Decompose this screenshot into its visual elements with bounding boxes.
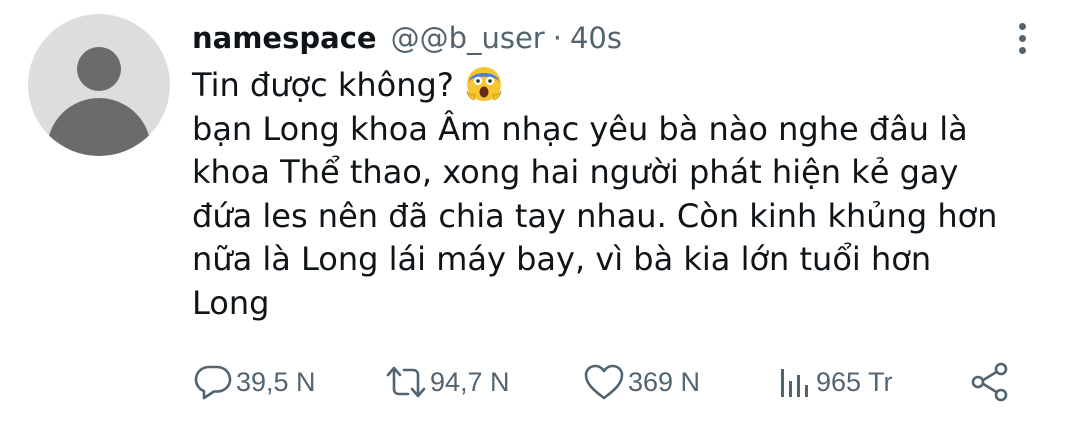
avatar[interactable] <box>28 14 170 156</box>
tweet[interactable]: namespace @@b_user · 40s Tin được không?… <box>0 0 1080 424</box>
like-count: 369 N <box>628 366 701 397</box>
heart-icon <box>584 364 624 400</box>
screaming-face-emoji <box>466 67 502 101</box>
tweet-text-line: bạn Long khoa Âm nhạc yêu bà nào nghe đâ… <box>192 109 968 148</box>
more-dot <box>1018 34 1026 42</box>
more-dot <box>1018 46 1026 54</box>
like-button[interactable]: 369 N <box>582 356 700 408</box>
avatar-head <box>77 47 121 91</box>
views-count: 965 Tr <box>816 366 893 397</box>
retweet-icon <box>386 366 426 398</box>
tweet-text-line: Long <box>192 283 270 322</box>
views-button[interactable]: 965 Tr <box>778 356 893 408</box>
tweet-text-line-content: Tin được không? <box>192 66 454 104</box>
tweet-header: namespace @@b_user · 40s <box>192 16 622 60</box>
reply-count: 39,5 N <box>236 366 316 397</box>
share-icon <box>971 362 1008 402</box>
tweet-text-line: Tin được không? <box>192 64 1052 108</box>
retweet-button[interactable]: 94,7 N <box>384 356 510 408</box>
more-dot <box>1018 22 1026 30</box>
action-bar: 39,5 N 94,7 N 369 N 965 Tr <box>192 356 1052 408</box>
more-options-icon[interactable] <box>1008 20 1036 56</box>
reply-button[interactable]: 39,5 N <box>192 356 316 408</box>
separator-dot: · <box>552 21 562 55</box>
views-icon <box>781 369 808 397</box>
retweet-count: 94,7 N <box>430 366 510 397</box>
tweet-text-line: khoa Thể thao, xong hai người phát hiện … <box>192 153 959 191</box>
share-button[interactable] <box>968 356 1012 408</box>
avatar-body <box>47 98 151 156</box>
tweet-text-line: nữa là Long lái máy bay, vì bà kia lớn t… <box>192 240 932 278</box>
tweet-text: Tin được không? bạn Long khoa Âm nhạc yê… <box>192 64 1052 325</box>
user-handle[interactable]: @@b_user <box>391 21 545 55</box>
timestamp[interactable]: 40s <box>570 21 622 55</box>
tweet-text-line: đứa les nên đã chia tay nhau. Còn kinh k… <box>192 196 998 235</box>
display-name[interactable]: namespace <box>192 21 377 55</box>
reply-icon <box>194 365 232 400</box>
